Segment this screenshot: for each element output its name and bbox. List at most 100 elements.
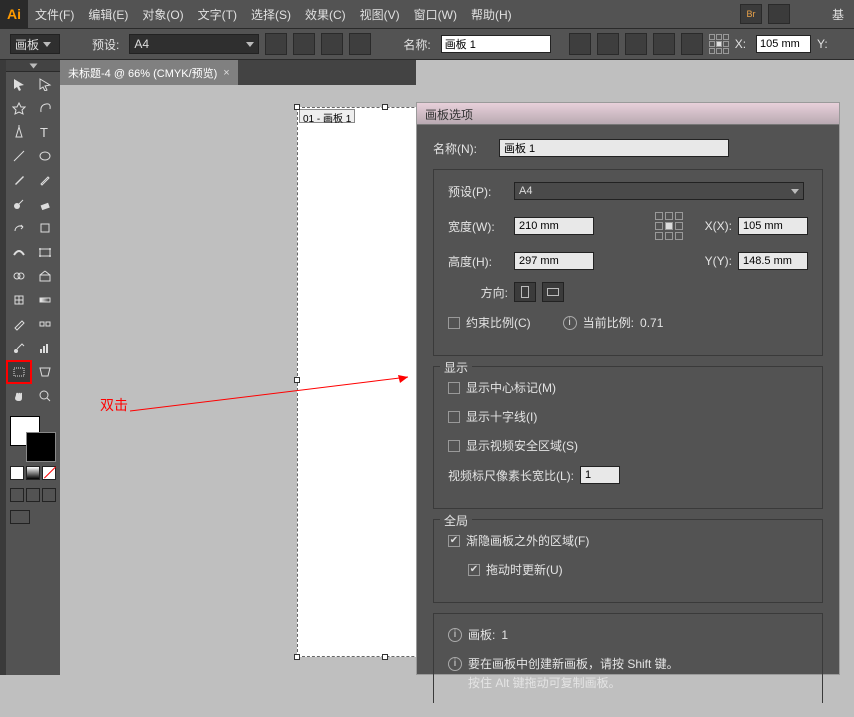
handle-nw[interactable] bbox=[294, 104, 300, 110]
draw-inside-icon[interactable] bbox=[42, 488, 56, 502]
canvas[interactable]: 01 - 画板 1 双击 bbox=[60, 85, 416, 675]
name-label: 名称: bbox=[403, 36, 430, 53]
orient-landscape-button[interactable] bbox=[542, 282, 564, 302]
orient-portrait-icon[interactable] bbox=[265, 33, 287, 55]
new-artboard-icon[interactable] bbox=[321, 33, 343, 55]
lasso-tool[interactable] bbox=[32, 96, 58, 120]
menu-item[interactable]: 文字(T) bbox=[191, 6, 244, 23]
ratio-label: 当前比例: bbox=[583, 314, 634, 331]
eyedropper-tool[interactable] bbox=[6, 312, 32, 336]
free-transform-tool[interactable] bbox=[32, 240, 58, 264]
pixel-ratio-label: 视频标尺像素长宽比(L): bbox=[448, 467, 574, 484]
direct-selection-tool[interactable] bbox=[32, 72, 58, 96]
global-section-title: 全局 bbox=[440, 512, 472, 529]
color-mode-icon[interactable] bbox=[10, 466, 24, 480]
orient-portrait-button[interactable] bbox=[514, 282, 536, 302]
dlg-x-field[interactable]: 105 mm bbox=[738, 217, 808, 235]
show-cross-icon[interactable] bbox=[653, 33, 675, 55]
dlg-width-field[interactable]: 210 mm bbox=[514, 217, 594, 235]
dlg-height-field[interactable]: 297 mm bbox=[514, 252, 594, 270]
artboard-name-field[interactable]: 画板 1 bbox=[441, 35, 551, 53]
menu-item[interactable]: 视图(V) bbox=[353, 6, 407, 23]
dlg-y-field[interactable]: 148.5 mm bbox=[738, 252, 808, 270]
blend-tool[interactable] bbox=[32, 312, 58, 336]
dlg-x-label: X(X): bbox=[705, 219, 732, 233]
show-safe-checkbox[interactable] bbox=[448, 440, 460, 452]
toolbox-collapse-icon[interactable] bbox=[6, 60, 60, 72]
rotate-tool[interactable] bbox=[6, 216, 32, 240]
options-icon[interactable] bbox=[597, 33, 619, 55]
menu-item[interactable]: 效果(C) bbox=[298, 6, 353, 23]
dlg-name-field[interactable]: 画板 1 bbox=[499, 139, 729, 157]
show-safe-icon[interactable] bbox=[681, 33, 703, 55]
mesh-tool[interactable] bbox=[6, 288, 32, 312]
delete-artboard-icon[interactable] bbox=[349, 33, 371, 55]
close-tab-icon[interactable]: × bbox=[223, 67, 229, 79]
drag-update-checkbox[interactable] bbox=[468, 564, 480, 576]
svg-text:T: T bbox=[40, 125, 48, 139]
magic-wand-tool[interactable] bbox=[6, 96, 32, 120]
dlg-reference-point[interactable] bbox=[655, 212, 683, 240]
dlg-height-label: 高度(H): bbox=[448, 253, 508, 270]
gradient-tool[interactable] bbox=[32, 288, 58, 312]
ellipse-tool[interactable] bbox=[32, 144, 58, 168]
draw-normal-icon[interactable] bbox=[10, 488, 24, 502]
constrain-checkbox[interactable] bbox=[448, 317, 460, 329]
dlg-preset-dropdown[interactable]: A4 bbox=[514, 182, 804, 200]
menu-item[interactable]: 编辑(E) bbox=[81, 6, 135, 23]
annotation-arrow bbox=[130, 373, 420, 413]
graph-tool[interactable] bbox=[32, 336, 58, 360]
pen-tool[interactable] bbox=[6, 120, 32, 144]
preset-dropdown[interactable]: A4 bbox=[129, 34, 259, 54]
gradient-mode-icon[interactable] bbox=[26, 466, 40, 480]
move-art-icon[interactable] bbox=[569, 33, 591, 55]
drag-update-label: 拖动时更新(U) bbox=[486, 561, 563, 578]
handle-n[interactable] bbox=[382, 104, 388, 110]
shape-builder-tool[interactable] bbox=[6, 264, 32, 288]
none-mode-icon[interactable] bbox=[42, 466, 56, 480]
symbol-spray-tool[interactable] bbox=[6, 336, 32, 360]
menu-item[interactable]: 窗口(W) bbox=[407, 6, 464, 23]
screen-mode-icon[interactable] bbox=[10, 510, 30, 524]
menu-item[interactable]: 文件(F) bbox=[28, 6, 81, 23]
reference-point-icon[interactable] bbox=[709, 34, 729, 54]
stroke-swatch[interactable] bbox=[26, 432, 56, 462]
line-tool[interactable] bbox=[6, 144, 32, 168]
zoom-tool[interactable] bbox=[32, 384, 58, 408]
show-center-icon[interactable] bbox=[625, 33, 647, 55]
orient-landscape-icon[interactable] bbox=[293, 33, 315, 55]
pixel-ratio-field[interactable]: 1 bbox=[580, 466, 620, 484]
workspace-label[interactable]: 基 bbox=[832, 6, 844, 23]
scale-tool[interactable] bbox=[32, 216, 58, 240]
type-tool[interactable]: T bbox=[32, 120, 58, 144]
selection-tool[interactable] bbox=[6, 72, 32, 96]
show-center-label: 显示中心标记(M) bbox=[466, 379, 556, 396]
brush-tool[interactable] bbox=[6, 168, 32, 192]
handle-s[interactable] bbox=[382, 654, 388, 660]
info-icon-2: i bbox=[448, 628, 462, 642]
document-tab[interactable]: 未标题-4 @ 66% (CMYK/预览) × bbox=[60, 60, 238, 85]
slice-tool[interactable] bbox=[32, 360, 58, 384]
show-center-checkbox[interactable] bbox=[448, 382, 460, 394]
width-tool[interactable] bbox=[6, 240, 32, 264]
dlg-width-label: 宽度(W): bbox=[448, 218, 508, 235]
blob-brush-tool[interactable] bbox=[6, 192, 32, 216]
arrange-icon[interactable] bbox=[768, 4, 790, 24]
handle-sw[interactable] bbox=[294, 654, 300, 660]
bridge-icon[interactable]: Br bbox=[740, 4, 762, 24]
menu-item[interactable]: 帮助(H) bbox=[464, 6, 519, 23]
artboard-tool[interactable] bbox=[6, 360, 32, 384]
menu-item[interactable]: 选择(S) bbox=[244, 6, 298, 23]
fade-checkbox[interactable] bbox=[448, 535, 460, 547]
draw-behind-icon[interactable] bbox=[26, 488, 40, 502]
x-field[interactable]: 105 mm bbox=[756, 35, 811, 53]
menu-item[interactable]: 对象(O) bbox=[135, 6, 190, 23]
pencil-tool[interactable] bbox=[32, 168, 58, 192]
hand-tool[interactable] bbox=[6, 384, 32, 408]
tool-indicator[interactable]: 画板 bbox=[10, 34, 60, 54]
preset-label: 预设: bbox=[92, 36, 119, 53]
eraser-tool[interactable] bbox=[32, 192, 58, 216]
perspective-tool[interactable] bbox=[32, 264, 58, 288]
color-swatches[interactable] bbox=[6, 412, 58, 462]
show-cross-checkbox[interactable] bbox=[448, 411, 460, 423]
